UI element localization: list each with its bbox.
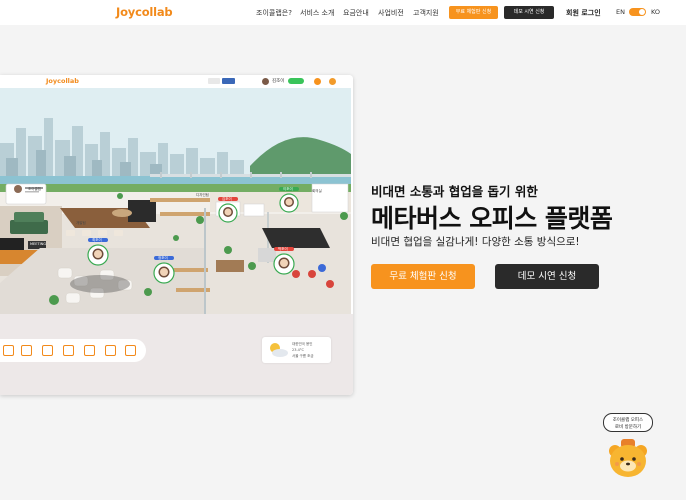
svg-text:최조이: 최조이: [92, 237, 102, 242]
mockup-pill-active: [222, 78, 235, 84]
bubble-line-2: 로비 방문하기: [614, 425, 642, 430]
svg-text:MEETING: MEETING: [30, 242, 46, 246]
hero-demo-button[interactable]: 데모 시연 신청: [495, 264, 599, 289]
hero-subtitle: 비대면 소통과 협업을 돕기 위한: [371, 184, 538, 199]
svg-text:조이콜랩: 조이콜랩: [28, 186, 41, 191]
toggle-knob: [639, 9, 645, 15]
weather-location: 대한민국 용인: [292, 342, 313, 346]
nav-link-vision[interactable]: 사업비전: [378, 8, 404, 18]
svg-text:박조이: 박조이: [278, 246, 288, 251]
nav-trial-button[interactable]: 무료 체험판 신청: [449, 6, 498, 19]
svg-text:디자인팀: 디자인팀: [196, 192, 209, 197]
bubble-line-1: 조이콜랩 오피스: [612, 418, 644, 423]
weather-widget: 대한민국 용인 23.4°C 서울 구름 조금: [262, 337, 331, 363]
svg-text:정조이: 정조이: [158, 255, 168, 260]
mascot-bear-icon[interactable]: [606, 437, 650, 479]
mockup-gear-icon: [329, 78, 336, 85]
calendar-icon[interactable]: [84, 345, 95, 356]
grid-icon[interactable]: [105, 345, 116, 356]
svg-text:개발팀: 개발팀: [76, 220, 86, 225]
mockup-status-badge: [288, 78, 304, 84]
hero-tagline: 비대면 협업을 실감나게! 다양한 소통 방식으로!: [371, 236, 580, 248]
nav-link-support[interactable]: 고객지원: [413, 8, 439, 18]
folder-icon[interactable]: [3, 345, 14, 356]
svg-text:김조이: 김조이: [222, 196, 232, 201]
mockup-avatar: [262, 78, 269, 85]
svg-text:이조이: 이조이: [283, 186, 293, 191]
lang-en-label: EN: [616, 8, 625, 16]
mockup-user-name: 김조이: [272, 79, 285, 84]
mockup-bell-icon: [314, 78, 321, 85]
mockup-toolbar-dock: [0, 339, 146, 362]
weather-desc: 서울 구름 조금: [292, 354, 314, 358]
nav-link-pricing[interactable]: 요금안내: [343, 8, 369, 18]
nav-link-about[interactable]: 조이콜랩은?: [256, 8, 292, 18]
weather-temp: 23.4°C: [292, 348, 304, 352]
lang-ko-label: KO: [651, 8, 661, 16]
lobby-speech-bubble[interactable]: 조이콜랩 오피스 로비 방문하기: [603, 413, 653, 432]
office-scene-illustration: 조이콜랩 MEETING 개발팀 디자인팀 회의실 김조이 이조이 박조이 최조…: [0, 88, 351, 314]
hero-title: 메타버스 오피스 플랫폼: [371, 204, 613, 233]
hero-trial-button[interactable]: 무료 체험판 신청: [371, 264, 475, 289]
mockup-pill: [208, 78, 220, 84]
chat-icon[interactable]: [125, 345, 136, 356]
svg-text:회의실: 회의실: [312, 188, 322, 193]
logo[interactable]: Joycollab: [116, 5, 173, 19]
nav-link-service[interactable]: 서비스 소개: [300, 8, 334, 18]
office-mockup: Joycollab 김조이 조이콜랩 MEETING 개발팀 디자인팀 회의실 …: [0, 75, 353, 395]
nav-demo-button[interactable]: 데모 시연 신청: [504, 6, 554, 19]
document-icon[interactable]: [21, 345, 32, 356]
mockup-topbar: Joycollab 김조이: [0, 75, 353, 88]
top-navbar: Joycollab 조이콜랩은? 서비스 소개 요금안내 사업비전 고객지원 무…: [0, 0, 686, 25]
weather-sun-cloud-icon: [270, 343, 288, 357]
laptop-icon[interactable]: [63, 345, 74, 356]
mockup-logo: Joycollab: [46, 77, 79, 85]
language-toggle[interactable]: [629, 8, 646, 16]
board-icon[interactable]: [42, 345, 53, 356]
login-link[interactable]: 회원 로그인: [566, 8, 601, 18]
